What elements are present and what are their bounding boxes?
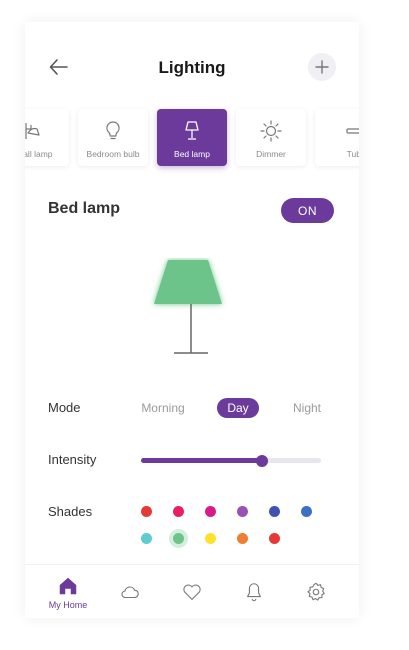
device-label: Bedroom bulb	[86, 149, 140, 159]
power-toggle[interactable]: ON	[281, 198, 334, 223]
mode-option-day[interactable]: Day	[217, 398, 259, 418]
cloud-icon	[121, 586, 139, 599]
device-carousel[interactable]: Wall lamp Bedroom bulb Bed lamp Dimmer	[25, 109, 359, 166]
shade-swatch[interactable]	[236, 532, 248, 544]
shade-swatch[interactable]	[140, 505, 152, 517]
device-card-bed-lamp[interactable]: Bed lamp	[157, 109, 227, 166]
device-label: Wall lamp	[25, 149, 53, 159]
home-icon	[59, 577, 77, 594]
bell-icon	[247, 583, 261, 602]
nav-notifications[interactable]	[224, 565, 284, 618]
shade-swatch[interactable]	[300, 505, 312, 517]
intensity-slider[interactable]	[141, 454, 321, 467]
device-label: Bed lamp	[174, 149, 210, 159]
shade-swatch[interactable]	[236, 505, 248, 517]
mode-option-night[interactable]: Night	[287, 398, 327, 418]
app-screen: Lighting Wall lamp Bedroom bulb Bed lamp	[25, 22, 359, 618]
lamp-illustration	[154, 260, 222, 354]
device-label: Dimmer	[256, 149, 286, 159]
device-card-tubelight[interactable]: Tubelight	[315, 109, 359, 166]
tubelight-icon	[346, 128, 359, 134]
wall-lamp-icon	[25, 123, 40, 139]
settings-icon	[307, 582, 325, 601]
heart-icon	[183, 584, 201, 600]
shade-swatch[interactable]	[204, 505, 216, 517]
nav-favorites[interactable]	[162, 565, 222, 618]
shade-swatch[interactable]	[172, 532, 184, 544]
mode-label: Mode	[48, 400, 81, 415]
lamp-shade	[154, 260, 222, 304]
bottom-nav: My Home	[25, 564, 359, 618]
plus-icon	[315, 60, 329, 74]
device-card-wall-lamp[interactable]: Wall lamp	[25, 109, 69, 166]
nav-home-label: My Home	[48, 599, 88, 610]
device-name: Bed lamp	[48, 200, 121, 217]
nav-settings[interactable]	[286, 565, 346, 618]
shade-swatch[interactable]	[268, 532, 280, 544]
sun-icon	[260, 120, 282, 142]
device-label: Tubelight	[346, 149, 359, 159]
table-lamp-icon	[185, 121, 199, 140]
bulb-icon	[106, 121, 120, 140]
device-card-dimmer[interactable]: Dimmer	[236, 109, 306, 166]
shade-swatch[interactable]	[172, 505, 184, 517]
shades-label: Shades	[48, 504, 93, 519]
device-card-bedroom-bulb[interactable]: Bedroom bulb	[78, 109, 148, 166]
nav-cloud[interactable]	[100, 565, 160, 618]
add-button[interactable]	[308, 53, 336, 81]
intensity-label: Intensity	[48, 452, 97, 467]
intensity-slider-fill	[141, 458, 262, 463]
shade-swatch[interactable]	[268, 505, 280, 517]
power-toggle-label: ON	[298, 203, 317, 218]
shade-swatch[interactable]	[204, 532, 216, 544]
mode-option-morning[interactable]: Morning	[137, 398, 189, 418]
nav-home[interactable]: My Home	[38, 565, 98, 618]
shade-swatch[interactable]	[140, 532, 152, 544]
intensity-slider-thumb[interactable]	[255, 454, 268, 467]
